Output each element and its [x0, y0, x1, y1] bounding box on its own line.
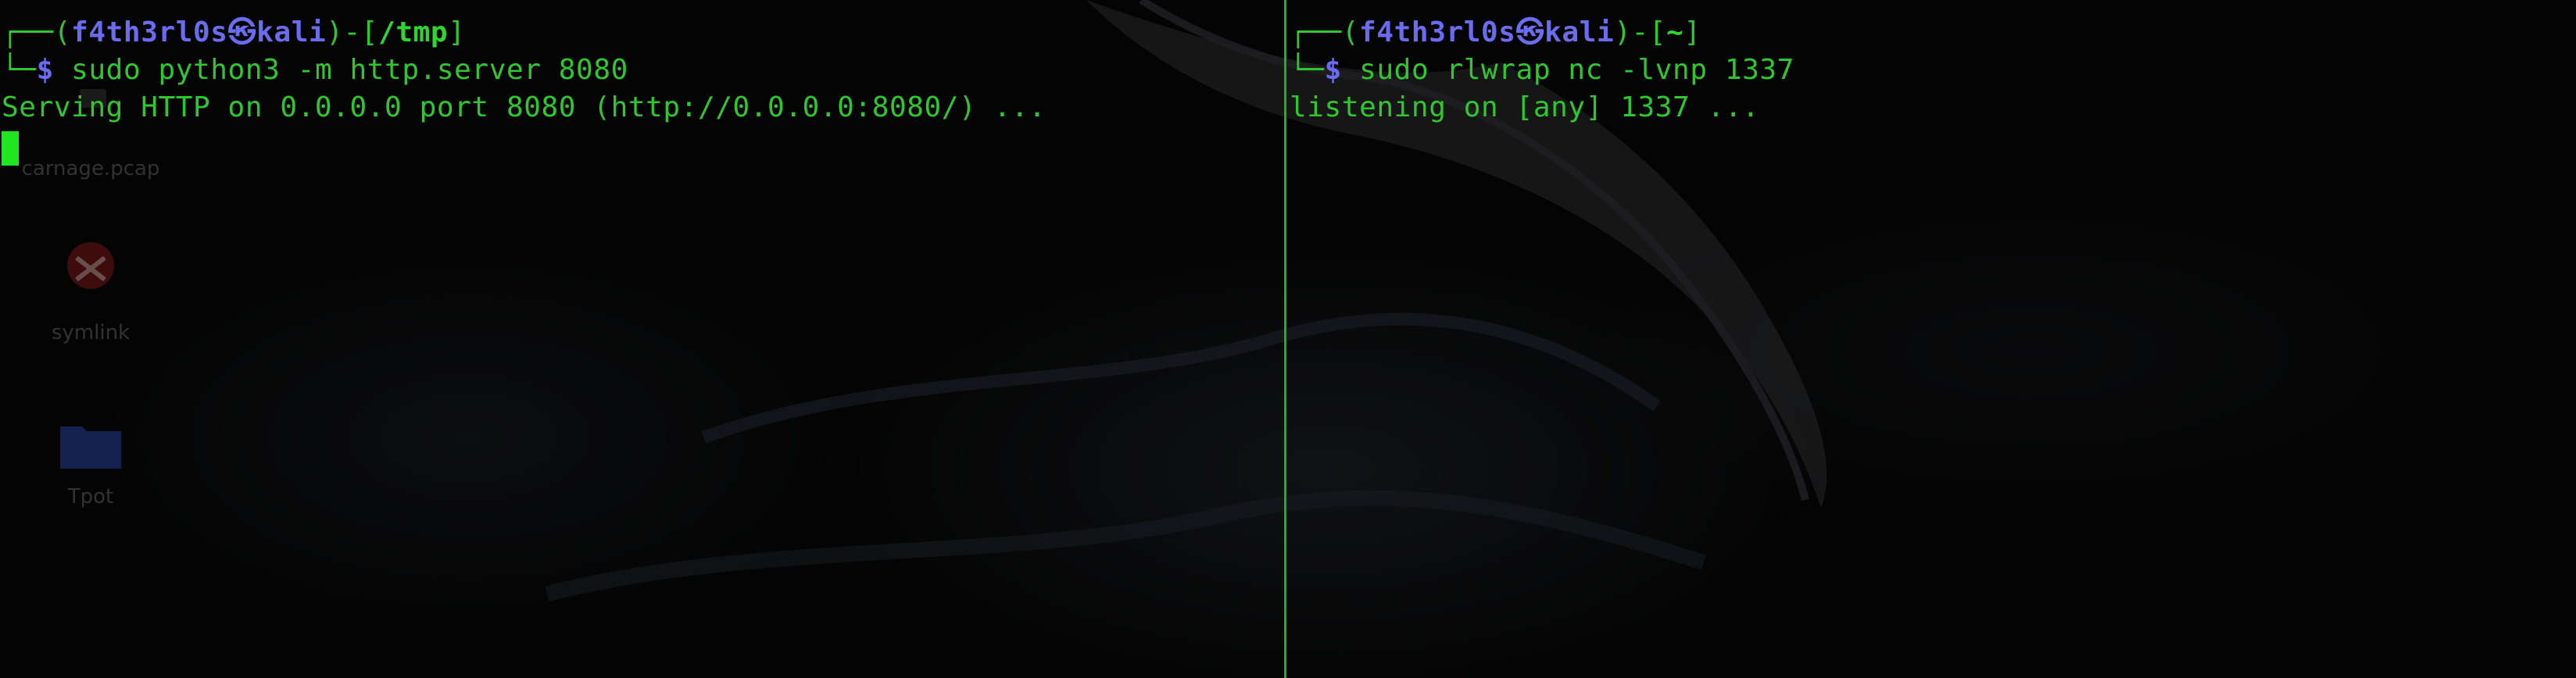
command-line: └─$ sudo python3 -m http.server 8080	[2, 54, 628, 86]
terminal-cursor	[2, 131, 19, 166]
command-output: listening on [any] 1337 ...	[1290, 91, 1760, 123]
command-output: Serving HTTP on 0.0.0.0 port 8080 (http:…	[2, 91, 1046, 123]
prompt-symbol: $	[36, 54, 54, 86]
command-line: └─$ sudo rlwrap nc -lvnp 1337	[1290, 54, 1794, 86]
user-host: f4th3rl0s㉿kali	[71, 16, 327, 48]
terminal-pane-right[interactable]: ┌──(f4th3rl0s㉿kali)-[~] └─$ sudo rlwrap …	[1288, 0, 2576, 678]
pane-divider[interactable]	[1284, 0, 1286, 678]
user-host: f4th3rl0s㉿kali	[1359, 16, 1615, 48]
terminal-pane-left[interactable]: ┌──(f4th3rl0s㉿kali)-[/tmp] └─$ sudo pyth…	[0, 0, 1283, 678]
prompt-symbol: $	[1324, 54, 1342, 86]
prompt-header: ┌──(f4th3rl0s㉿kali)-[~]	[1290, 16, 1701, 48]
current-directory: ~	[1666, 16, 1684, 48]
command-text: sudo rlwrap nc -lvnp 1337	[1341, 54, 1794, 86]
prompt-header: ┌──(f4th3rl0s㉿kali)-[/tmp]	[2, 16, 466, 48]
command-text: sudo python3 -m http.server 8080	[53, 54, 628, 86]
desktop: carnage.pcap symlink Tpot ┌──(f4th3rl0s㉿…	[0, 0, 2576, 678]
current-directory: /tmp	[378, 16, 449, 48]
